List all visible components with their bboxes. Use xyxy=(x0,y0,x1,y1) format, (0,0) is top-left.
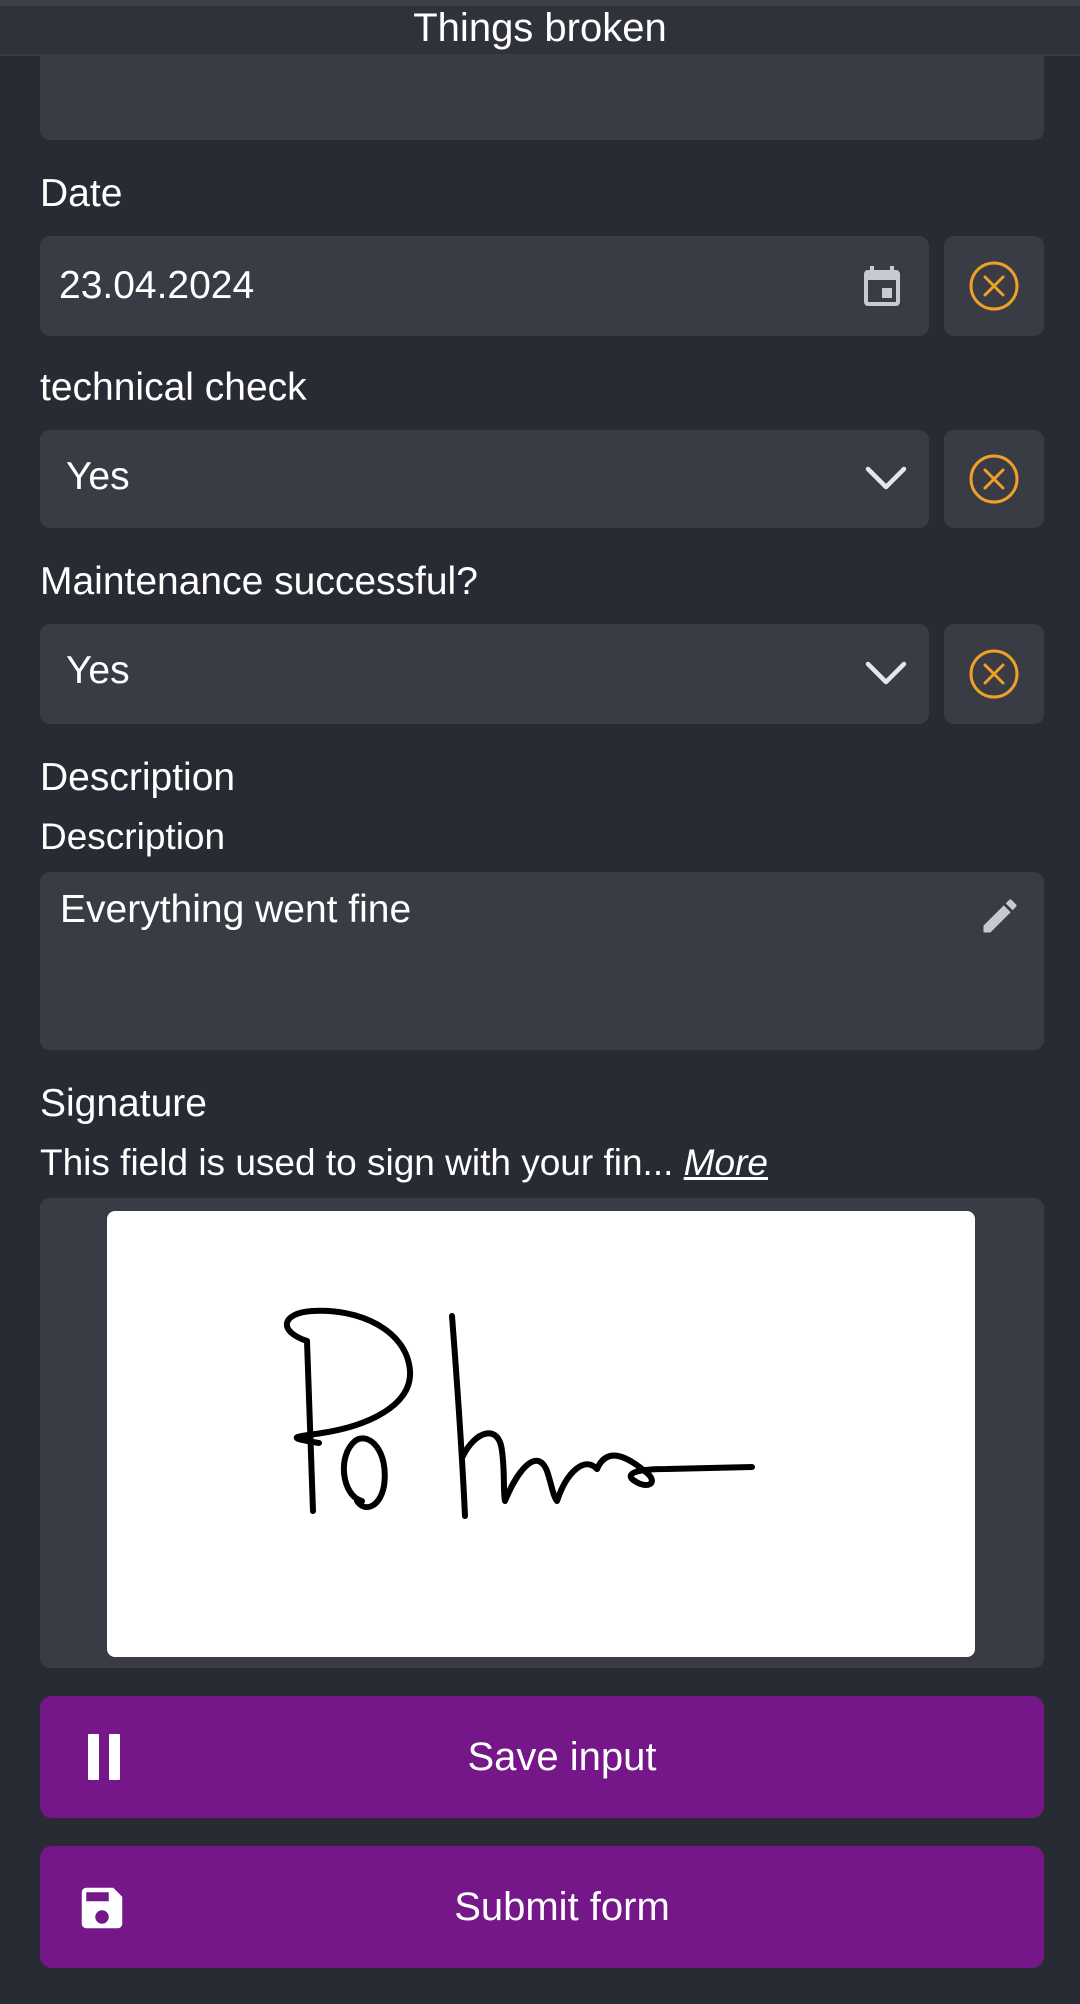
date-clear-button[interactable] xyxy=(944,236,1044,336)
maintenance-value: Yes xyxy=(66,649,130,692)
clear-circle-icon xyxy=(969,649,1019,699)
technical-check-label: technical check xyxy=(40,366,307,409)
technical-check-select[interactable]: Yes xyxy=(40,430,929,528)
signature-hint-text: This field is used to sign with your fin… xyxy=(40,1142,674,1183)
date-value: 23.04.2024 xyxy=(59,264,255,307)
signature-pad[interactable] xyxy=(107,1211,975,1657)
save-input-label: Save input xyxy=(467,1734,657,1779)
technical-check-clear-button[interactable] xyxy=(944,430,1044,528)
signature-hint: This field is used to sign with your fin… xyxy=(40,1142,768,1184)
description-section-label: Description xyxy=(40,756,236,799)
more-link[interactable]: More xyxy=(684,1142,768,1183)
form-page: Things broken Date 23.04.2024 technical … xyxy=(0,0,1080,2004)
title-bar: Things broken xyxy=(0,0,1080,56)
pencil-icon[interactable] xyxy=(976,892,1024,940)
maintenance-select[interactable]: Yes xyxy=(40,624,929,724)
clear-circle-icon xyxy=(969,261,1019,311)
description-field-label: Description xyxy=(40,816,226,857)
maintenance-label: Maintenance successful? xyxy=(40,560,478,603)
chevron-down-icon xyxy=(864,460,908,496)
submit-form-button[interactable]: Submit form xyxy=(40,1846,1044,1968)
technical-check-value: Yes xyxy=(66,455,130,498)
calendar-icon[interactable] xyxy=(858,264,906,312)
submit-form-label: Submit form xyxy=(454,1884,670,1929)
page-title: Things broken xyxy=(413,5,667,50)
date-label: Date xyxy=(40,172,123,215)
clear-circle-icon xyxy=(969,454,1019,504)
date-input[interactable]: 23.04.2024 xyxy=(40,236,929,336)
signature-label: Signature xyxy=(40,1082,207,1125)
signature-drawing xyxy=(283,1307,755,1519)
description-textarea[interactable]: Everything went fine xyxy=(40,872,1044,1050)
save-input-button[interactable]: Save input xyxy=(40,1696,1044,1818)
maintenance-clear-button[interactable] xyxy=(944,624,1044,724)
chevron-down-icon xyxy=(864,655,908,691)
description-value: Everything went fine xyxy=(60,888,412,931)
